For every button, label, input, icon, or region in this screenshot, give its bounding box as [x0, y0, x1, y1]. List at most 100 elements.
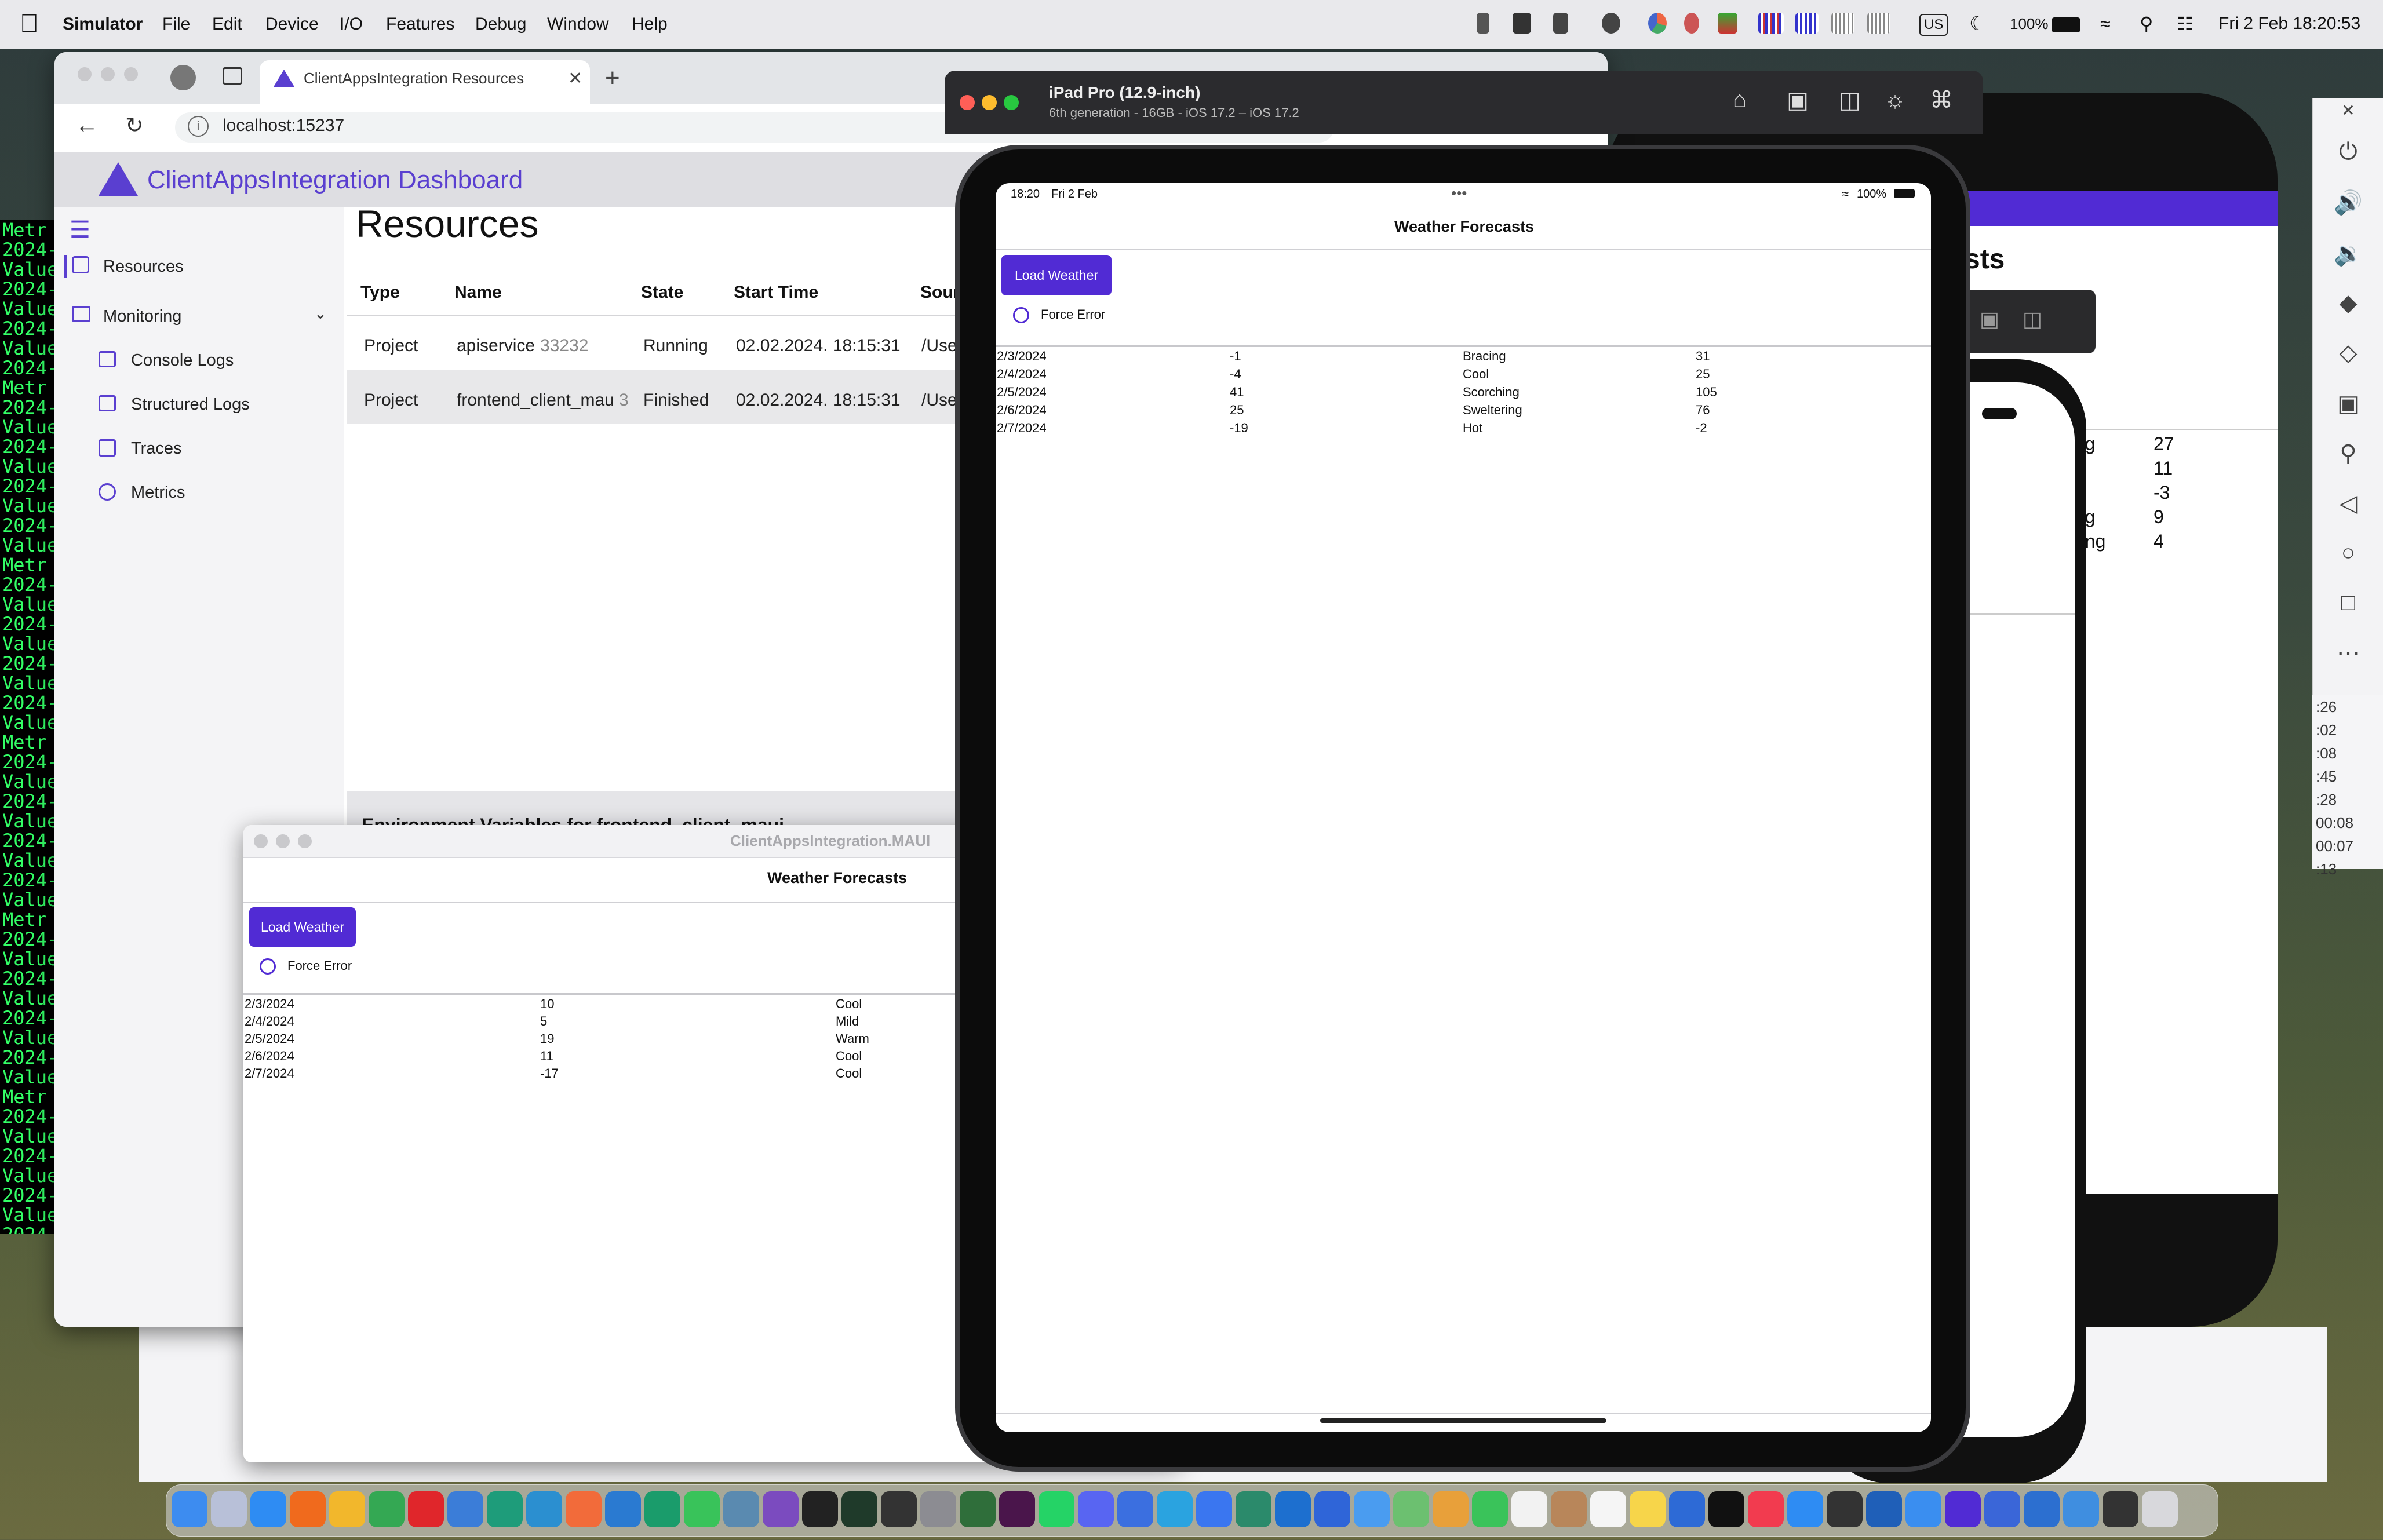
mail-app-icon[interactable] [1236, 1491, 1271, 1527]
window-minimize-button[interactable] [982, 95, 997, 110]
simulator-icon[interactable] [1827, 1491, 1863, 1527]
maui-force-error-label[interactable]: Force Error [287, 958, 352, 973]
menu-debug[interactable]: Debug [475, 13, 526, 36]
chevron-down-icon[interactable]: ⌄ [314, 305, 327, 323]
whatsapp-icon[interactable] [1039, 1491, 1074, 1527]
window-close-button[interactable] [960, 95, 975, 110]
col-source[interactable]: Sour [920, 283, 960, 302]
menu-window[interactable]: Window [547, 13, 609, 36]
back-arrow-icon[interactable]: ← [75, 112, 99, 138]
back-icon[interactable]: ◁ [2313, 490, 2383, 517]
ipad-load-weather-button[interactable]: Load Weather [1001, 255, 1112, 295]
bars-icon[interactable] [1795, 13, 1819, 34]
hamburger-menu-icon[interactable]: ☰ [70, 217, 90, 243]
updown-icon[interactable] [1718, 13, 1737, 34]
nav-metrics[interactable]: Metrics [131, 483, 185, 502]
profile-avatar[interactable] [170, 65, 196, 90]
rotate-icon[interactable]: ◫ [2023, 307, 2042, 331]
power-icon[interactable]: ⏻ [2313, 139, 2383, 165]
control-center-icon[interactable]: ☷ [2177, 10, 2193, 37]
slack-icon[interactable] [999, 1491, 1035, 1527]
volume-up-icon[interactable]: 🔊 [2313, 189, 2383, 216]
bars-icon[interactable] [1867, 13, 1890, 34]
flame-icon[interactable] [1684, 13, 1699, 34]
col-state[interactable]: State [641, 283, 683, 302]
wifi-icon[interactable]: ≈ [2100, 10, 2111, 37]
battery-percent[interactable]: 100% [2010, 10, 2049, 37]
close-tab-icon[interactable]: ✕ [568, 68, 582, 89]
more-icon[interactable]: ⋯ [2313, 640, 2383, 666]
menu-edit[interactable]: Edit [212, 13, 242, 36]
messenger-icon[interactable] [1117, 1491, 1153, 1527]
search-icon[interactable]: ⚲ [2140, 10, 2153, 37]
music-icon[interactable] [1748, 1491, 1784, 1527]
photos-icon[interactable] [1433, 1491, 1469, 1527]
safari-icon[interactable] [250, 1491, 286, 1527]
maui-load-weather-button[interactable]: Load Weather [249, 907, 356, 947]
chrome-icon[interactable] [369, 1491, 405, 1527]
facetime-icon[interactable] [1472, 1491, 1508, 1527]
ipad-force-error-label[interactable]: Force Error [1041, 307, 1105, 322]
overview-icon[interactable]: □ [2313, 590, 2383, 616]
swift-playgrounds-icon[interactable] [566, 1491, 602, 1527]
menu-io[interactable]: I/O [340, 13, 363, 36]
android-studio-icon[interactable] [960, 1491, 996, 1527]
apple-tv-icon[interactable] [1708, 1491, 1744, 1527]
window-minimize-button[interactable] [276, 834, 290, 848]
quicktime-icon[interactable] [723, 1491, 759, 1527]
window-zoom-button[interactable] [124, 67, 138, 81]
proton-icon[interactable] [1314, 1491, 1350, 1527]
bluetooth-icon[interactable] [1477, 13, 1489, 34]
rotate-left-icon[interactable]: ◆ [2313, 290, 2383, 316]
rider-icon[interactable] [1984, 1491, 2020, 1527]
row-name[interactable]: apiservice [457, 336, 535, 356]
screenshot-icon[interactable]: ▣ [1980, 307, 1999, 331]
battery-icon[interactable] [2052, 17, 2080, 32]
maui-force-error-radio[interactable] [260, 958, 276, 975]
firefox-icon[interactable] [290, 1491, 326, 1527]
messages-icon[interactable] [684, 1491, 720, 1527]
window-zoom-button[interactable] [298, 834, 312, 848]
menu-features[interactable]: Features [386, 13, 454, 36]
android-floating-toolbar[interactable]: ▣ ◫ [1959, 290, 2096, 353]
chrome-canary-icon[interactable] [329, 1491, 365, 1527]
window-minimize-button[interactable] [101, 67, 115, 81]
nav-console-logs[interactable]: Console Logs [131, 351, 234, 370]
edge-canary-icon[interactable] [2024, 1491, 2060, 1527]
mail-icon[interactable] [1354, 1491, 1390, 1527]
calendar-icon[interactable] [1511, 1491, 1547, 1527]
eye-icon[interactable] [1602, 13, 1620, 34]
zoom-icon[interactable]: ⚲ [2313, 440, 2383, 467]
address-bar-url[interactable]: localhost:15237 [223, 116, 344, 136]
terminal-window[interactable]: Metr 2024- Value 2024- Value 2024- Value 2024- M… [0, 220, 58, 1234]
window-close-button[interactable] [78, 67, 92, 81]
telegram-icon[interactable] [1157, 1491, 1193, 1527]
iterm-icon[interactable] [841, 1491, 877, 1527]
ipad-force-error-radio[interactable] [1013, 307, 1029, 323]
apple-icon[interactable]:  [20, 9, 39, 38]
camera-icon[interactable]: ▣ [2313, 391, 2383, 417]
maps-icon[interactable] [1393, 1491, 1429, 1527]
xcode-vscode-icon[interactable] [1866, 1491, 1902, 1527]
new-tab-icon[interactable]: + [605, 64, 620, 93]
keyboard-input-indicator[interactable]: US [1919, 14, 1948, 36]
hardware-keyboard-icon[interactable]: ⌘ [1924, 87, 1959, 114]
nav-monitoring[interactable]: Monitoring [103, 307, 181, 326]
system-settings-icon[interactable] [920, 1491, 956, 1527]
vpn-icon[interactable] [1513, 13, 1531, 34]
notes-icon[interactable] [1630, 1491, 1666, 1527]
moon-icon[interactable]: ☾ [1969, 10, 1987, 37]
window-close-button[interactable] [254, 834, 268, 848]
nav-traces[interactable]: Traces [131, 439, 182, 458]
finder-icon[interactable] [172, 1491, 207, 1527]
edge-icon[interactable] [487, 1491, 523, 1527]
rotate-right-icon[interactable]: ◇ [2313, 340, 2383, 366]
contacts-icon[interactable] [1551, 1491, 1587, 1527]
trash-icon[interactable] [2142, 1491, 2178, 1527]
launchpad-icon[interactable] [211, 1491, 247, 1527]
opera-icon[interactable] [408, 1491, 444, 1527]
xcode-icon[interactable] [1905, 1491, 1941, 1527]
activity-monitor-icon[interactable] [881, 1491, 917, 1527]
col-type[interactable]: Type [360, 283, 400, 302]
reminders-icon[interactable] [1590, 1491, 1626, 1527]
